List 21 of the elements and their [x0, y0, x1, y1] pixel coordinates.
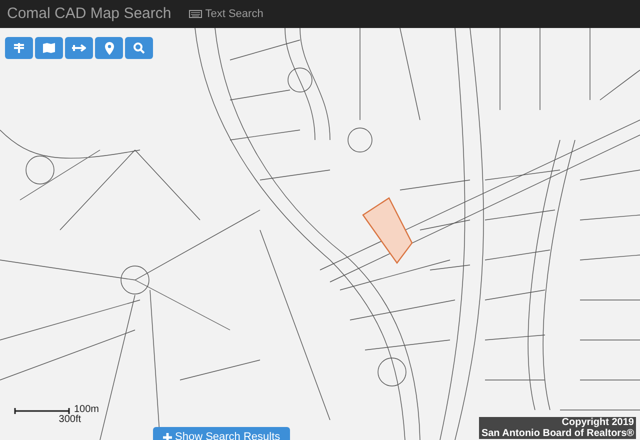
scale-label: 300ft: [58, 415, 82, 425]
map-icon: [43, 42, 55, 54]
map-button[interactable]: [35, 37, 63, 59]
attribution-text: Copyright 2019: [560, 417, 634, 428]
plus-icon: [163, 432, 172, 440]
attribution-text: San Antonio Board of Realtors®: [481, 428, 634, 439]
scale-bar: [14, 407, 70, 415]
layers-icon: [13, 42, 25, 54]
scale-label: 100m: [74, 405, 100, 415]
nav-link[interactable]: Text Search: [189, 6, 264, 22]
arrow-icon: [72, 43, 86, 53]
layers-button[interactable]: [5, 37, 33, 59]
highlighted-parcel[interactable]: [362, 197, 413, 264]
search-button[interactable]: [125, 37, 153, 59]
location-button[interactable]: [95, 37, 123, 59]
keyboard-icon: [189, 10, 202, 18]
measure-button[interactable]: [65, 37, 93, 59]
search-icon: [133, 42, 145, 54]
app-title: Comal CAD Map Search: [7, 4, 172, 24]
show-search-results-button[interactable]: Show Search Results: [153, 427, 290, 440]
map-pin-icon: [104, 42, 114, 54]
